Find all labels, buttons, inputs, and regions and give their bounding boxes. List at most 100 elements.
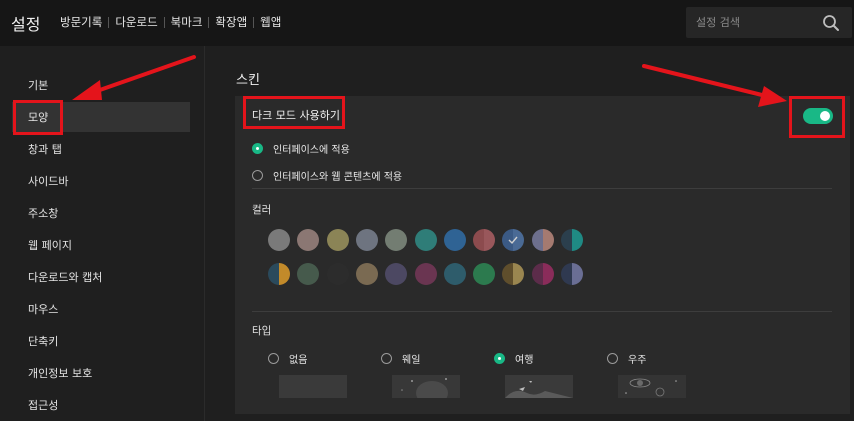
swatch-half xyxy=(426,229,437,251)
option-label: 인터페이스와 웹 콘텐츠에 적용 xyxy=(273,172,403,183)
swatch-half xyxy=(356,229,367,251)
sidebar-item-appearance[interactable]: 모양 xyxy=(12,102,190,132)
option-label: 인터페이스에 적용 xyxy=(273,145,350,156)
color-swatch[interactable] xyxy=(385,229,407,251)
color-swatch[interactable] xyxy=(297,263,319,285)
swatch-half xyxy=(297,229,308,251)
sidebar-item-label: 기본 xyxy=(28,79,49,92)
swatch-half xyxy=(327,263,338,285)
skin-section-title: 스킨 xyxy=(236,73,260,88)
option-label: 없음 xyxy=(289,355,308,366)
swatch-half xyxy=(396,229,407,251)
swatch-half xyxy=(415,229,426,251)
type-option-whale[interactable]: 웨일 xyxy=(381,351,420,366)
sidebar-item-sidebar[interactable]: 사이드바 xyxy=(12,166,190,196)
nav-divider xyxy=(163,16,165,28)
color-swatch[interactable] xyxy=(356,229,378,251)
type-option-travel[interactable]: 여행 xyxy=(494,351,533,366)
color-swatch[interactable] xyxy=(327,229,349,251)
swatch-half xyxy=(444,229,455,251)
sidebar-item-address-bar[interactable]: 주소창 xyxy=(12,198,190,228)
swatch-half xyxy=(561,263,572,285)
radio-button[interactable] xyxy=(268,353,279,364)
sidebar-item-privacy[interactable]: 개인정보 보호 xyxy=(12,358,190,388)
nav-history[interactable]: 방문기록 xyxy=(60,14,102,30)
type-preview-whale[interactable] xyxy=(392,375,460,398)
sidebar-item-web-page[interactable]: 웹 페이지 xyxy=(12,230,190,260)
color-swatch[interactable] xyxy=(327,263,349,285)
sidebar-item-accessibility[interactable]: 접근성 xyxy=(12,390,190,420)
sidebar-item-shortcuts[interactable]: 단축키 xyxy=(12,326,190,356)
type-option-space[interactable]: 우주 xyxy=(607,351,646,366)
sidebar-item-mouse[interactable]: 마우스 xyxy=(12,294,190,324)
swatch-half xyxy=(338,229,349,251)
color-swatch[interactable] xyxy=(444,263,466,285)
type-preview-space[interactable] xyxy=(618,375,686,398)
swatch-half xyxy=(484,263,495,285)
color-swatch[interactable] xyxy=(415,229,437,251)
color-swatch[interactable] xyxy=(473,263,495,285)
swatch-half xyxy=(532,263,543,285)
color-swatch[interactable] xyxy=(561,229,583,251)
color-swatch[interactable] xyxy=(444,229,466,251)
sidebar-item-basic[interactable]: 기본 xyxy=(12,70,190,100)
color-swatch[interactable] xyxy=(268,229,290,251)
top-bar: 설정 방문기록 다운로드 북마크 확장앱 웹앱 xyxy=(0,0,854,46)
swatch-half xyxy=(268,229,279,251)
swatch-half xyxy=(426,263,437,285)
type-option-none[interactable]: 없음 xyxy=(268,351,307,366)
search-input[interactable] xyxy=(696,13,816,31)
swatch-half xyxy=(338,263,349,285)
swatch-half xyxy=(532,229,543,251)
swatch-half xyxy=(385,263,396,285)
swatch-half xyxy=(502,263,513,285)
color-swatch[interactable] xyxy=(502,229,524,251)
search-icon[interactable] xyxy=(822,14,840,32)
nav-downloads[interactable]: 다운로드 xyxy=(115,14,157,30)
sidebar-item-label: 웹 페이지 xyxy=(28,239,72,252)
sidebar-item-label: 단축키 xyxy=(28,335,59,348)
apply-interface-web-option[interactable]: 인터페이스와 웹 콘텐츠에 적용 xyxy=(252,168,402,183)
swatch-half xyxy=(455,229,466,251)
color-swatch[interactable] xyxy=(561,263,583,285)
sidebar-item-label: 개인정보 보호 xyxy=(28,367,93,380)
swatch-half xyxy=(297,263,308,285)
toggle-knob xyxy=(820,111,830,121)
color-swatch[interactable] xyxy=(415,263,437,285)
divider xyxy=(252,188,832,189)
swatch-half xyxy=(396,263,407,285)
sidebar-item-label: 모양 xyxy=(28,111,49,124)
color-swatch[interactable] xyxy=(502,263,524,285)
color-swatch[interactable] xyxy=(473,229,495,251)
color-swatch[interactable] xyxy=(532,263,554,285)
radio-button[interactable] xyxy=(252,170,263,181)
swatch-half xyxy=(367,263,378,285)
color-label: 컬러 xyxy=(252,204,272,216)
sidebar-item-download-capture[interactable]: 다운로드와 캡처 xyxy=(12,262,190,292)
color-swatch[interactable] xyxy=(385,263,407,285)
sidebar-item-label: 창과 탭 xyxy=(28,143,62,156)
radio-button[interactable] xyxy=(607,353,618,364)
swatch-half xyxy=(415,263,426,285)
color-swatch[interactable] xyxy=(532,229,554,251)
color-swatch[interactable] xyxy=(297,229,319,251)
color-swatch[interactable] xyxy=(268,263,290,285)
radio-button[interactable] xyxy=(494,353,505,364)
option-label: 우주 xyxy=(628,355,647,366)
nav-bookmarks[interactable]: 북마크 xyxy=(171,14,203,30)
type-preview-travel[interactable] xyxy=(505,375,573,398)
sidebar-item-windows-tabs[interactable]: 창과 탭 xyxy=(12,134,190,164)
swatch-half xyxy=(543,263,554,285)
dark-mode-toggle[interactable] xyxy=(803,108,833,124)
radio-button[interactable] xyxy=(252,143,263,154)
nav-webapps[interactable]: 웹앱 xyxy=(260,14,281,30)
apply-interface-option[interactable]: 인터페이스에 적용 xyxy=(252,141,350,156)
radio-button[interactable] xyxy=(381,353,392,364)
swatch-half xyxy=(279,263,290,285)
color-swatch[interactable] xyxy=(356,263,378,285)
sidebar-item-label: 접근성 xyxy=(28,399,59,412)
type-preview-none[interactable] xyxy=(279,375,347,398)
divider xyxy=(252,311,832,312)
nav-extensions[interactable]: 확장앱 xyxy=(215,14,247,30)
swatch-half xyxy=(572,229,583,251)
